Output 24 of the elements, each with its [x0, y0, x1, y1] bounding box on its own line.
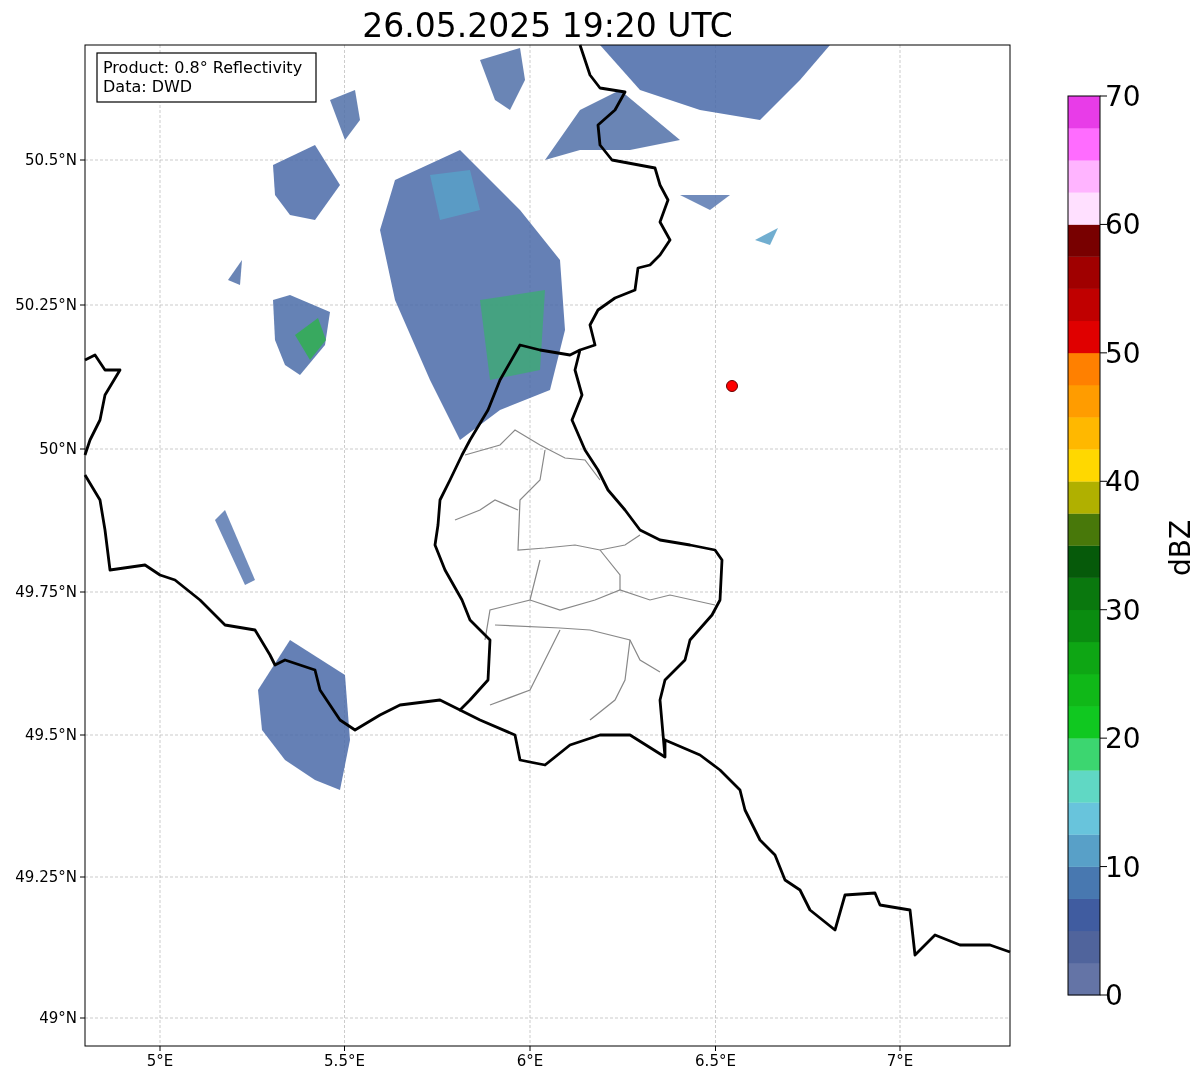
colorbar-tick-label: 40 — [1105, 465, 1141, 499]
axis-tick-label: 49.75°N — [15, 583, 77, 601]
axis-tick-label: 6.5°E — [695, 1052, 736, 1070]
axis-tick-label: 6°E — [516, 1052, 544, 1070]
colorbar-tick-label: 70 — [1105, 80, 1141, 113]
info-text: Data: DWD — [103, 77, 193, 96]
info-text: Product: 0.8° Reflectivity — [103, 58, 303, 77]
axis-tick-label: 50°N — [39, 440, 77, 458]
colorbar-tick-label: 0 — [1105, 979, 1123, 1012]
colorbar-tick-label: 30 — [1105, 593, 1141, 627]
axis-tick-label: 7°E — [886, 1052, 914, 1070]
colorbar-tick-label: 20 — [1105, 722, 1141, 756]
axis-tick-label: 50.25°N — [15, 296, 77, 314]
colorbar-tick-label: 10 — [1105, 850, 1141, 884]
axis-tick-label: 49.25°N — [15, 868, 77, 886]
colorbar-tick-label: 60 — [1105, 208, 1141, 242]
chart-title: 26.05.2025 19:20 UTC — [362, 6, 733, 45]
axis-tick-label: 5.5°E — [324, 1052, 365, 1070]
axis-tick-label: 49.5°N — [24, 726, 77, 744]
colorbar-label: dBZ — [1164, 519, 1197, 577]
colorbar-tick-label: 50 — [1105, 336, 1141, 370]
axis-tick-label: 50.5°N — [24, 151, 77, 169]
axis-tick-label: 49°N — [39, 1009, 77, 1027]
axis-tick-label: 5°E — [146, 1052, 174, 1070]
